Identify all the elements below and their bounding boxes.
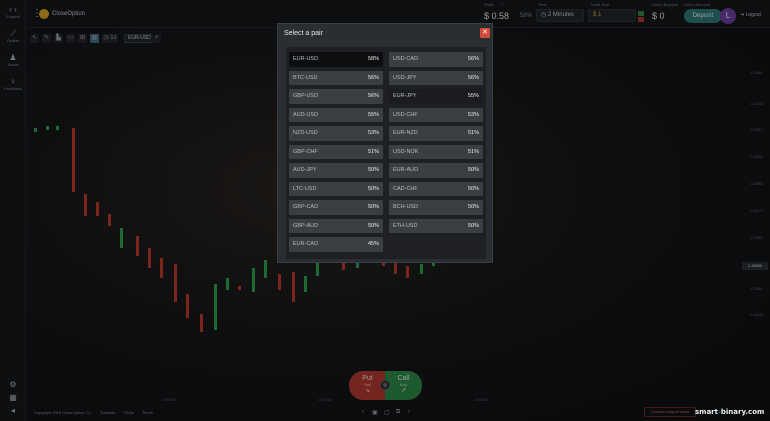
pair-name: NZD-USD [293, 130, 318, 136]
pair-item-aud-jpy[interactable]: AUD-JPY 50% [289, 163, 383, 178]
pair-name: BTC-USD [293, 74, 318, 81]
pair-name: GBP-CHF [293, 148, 318, 155]
pair-name: EUR-USD [293, 56, 319, 62]
pair-item-gbp-usd[interactable]: GBP-USD 56% [289, 89, 383, 104]
pair-name: USD-CAD [393, 56, 419, 62]
pair-item-btc-usd[interactable]: BTC-USD 56% [289, 70, 383, 85]
pair-item-usd-nok[interactable]: USD-NOK 51% [389, 144, 483, 159]
pair-name: AUD-JPY [293, 167, 317, 173]
pair-payout: 55% [467, 93, 479, 99]
pair-payout: 50% [467, 204, 479, 210]
pair-name: GBP-CAD [293, 204, 319, 210]
pair-item-aud-usd[interactable]: AUD-USD 55% [289, 107, 383, 122]
pair-item-gbp-chf[interactable]: GBP-CHF 51% [289, 144, 383, 159]
pair-payout: 56% [467, 56, 479, 62]
modal-title: Select a pair [284, 30, 323, 37]
pair-name: USD-JPY [393, 74, 417, 81]
pair-item-gbp-cad[interactable]: GBP-CAD 50% [289, 200, 383, 215]
pair-name: USD-NOK [393, 148, 419, 155]
pair-name: GBP-USD [293, 93, 319, 99]
pair-item-usd-jpy[interactable]: USD-JPY 56% [389, 70, 483, 85]
pair-payout: 50% [367, 185, 379, 192]
pair-name: EUR-AUD [393, 167, 419, 173]
pair-name: AUD-USD [293, 111, 319, 118]
pair-payout: 56% [367, 93, 379, 99]
pair-item-cad-chf[interactable]: CAD-CHF 50% [389, 181, 483, 196]
pair-list-panel: EUR-USD 58% USD-CAD 56% BTC-USD 56% USD-JPY 56%… [286, 47, 486, 259]
pair-payout: 56% [467, 74, 479, 81]
watermark: smart-binary.com [695, 408, 765, 416]
pair-item-bch-usd[interactable]: BCH-USD 50% [389, 200, 483, 215]
pair-item-ltc-usd[interactable]: LTC-USD 50% [289, 181, 383, 196]
pair-name: GBP-AUD [293, 222, 319, 229]
pair-name: EUR-NZD [393, 130, 418, 136]
close-icon[interactable]: ✕ [480, 28, 490, 38]
pair-payout: 53% [467, 111, 479, 118]
pair-payout: 50% [467, 222, 479, 229]
pair-payout: 50% [367, 167, 379, 173]
pair-payout: 51% [467, 148, 479, 155]
pair-item-eth-usd[interactable]: ETH-USD 50% [389, 218, 483, 233]
pair-payout: 55% [367, 111, 379, 118]
pair-item-gbp-aud[interactable]: GBP-AUD 50% [289, 218, 383, 233]
pair-item-eur-jpy[interactable]: EUR-JPY 55% [389, 89, 483, 104]
pair-payout: 51% [367, 148, 379, 155]
pair-item-eur-nzd[interactable]: EUR-NZD 51% [389, 126, 483, 141]
pair-item-eur-cad[interactable]: EUR-CAD 45% [289, 237, 383, 252]
pair-payout: 58% [367, 56, 379, 62]
pair-payout: 53% [367, 130, 379, 136]
pair-payout: 50% [467, 167, 479, 173]
pair-payout: 50% [367, 204, 379, 210]
pair-grid: EUR-USD 58% USD-CAD 56% BTC-USD 56% USD-JPY 56%… [289, 52, 483, 252]
pair-name: BCH-USD [393, 204, 419, 210]
pair-name: EUR-JPY [393, 93, 417, 99]
pair-name: USD-CHF [393, 111, 418, 118]
pair-item-eur-usd[interactable]: EUR-USD 58% [289, 52, 383, 67]
pair-name: CAD-CHF [393, 185, 418, 192]
pair-item-eur-aud[interactable]: EUR-AUD 50% [389, 163, 483, 178]
pair-item-usd-chf[interactable]: USD-CHF 53% [389, 107, 483, 122]
trading-app: ‹ › Expand ⟋ Orders ♟ Social ♀ Feedback … [0, 0, 770, 421]
pair-name: EUR-CAD [293, 241, 319, 247]
select-pair-modal: Select a pair ✕ EUR-USD 58% USD-CAD 56% BTC-… [277, 23, 493, 263]
pair-payout: 45% [367, 241, 379, 247]
pair-payout: 51% [467, 130, 479, 136]
pair-item-nzd-usd[interactable]: NZD-USD 53% [289, 126, 383, 141]
pair-payout: 50% [467, 185, 479, 192]
pair-item-usd-cad[interactable]: USD-CAD 56% [389, 52, 483, 67]
pair-name: LTC-USD [293, 185, 317, 192]
pair-name: ETH-USD [393, 222, 418, 229]
pair-payout: 50% [367, 222, 379, 229]
pair-payout: 56% [367, 74, 379, 81]
